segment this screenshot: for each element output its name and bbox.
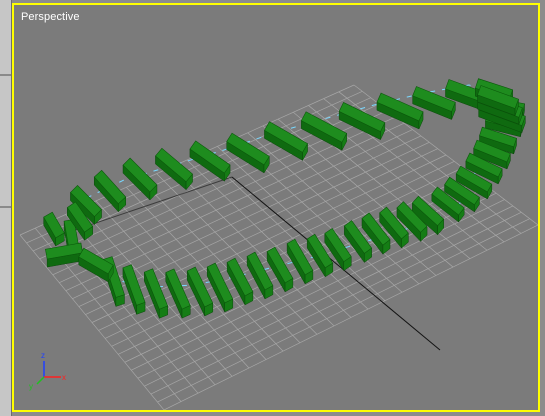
domino-piece[interactable] bbox=[189, 140, 231, 182]
axis-gizmo: z x y bbox=[29, 351, 66, 391]
domino-piece[interactable] bbox=[155, 147, 193, 191]
z-axis-label: z bbox=[41, 351, 45, 360]
domino-piece[interactable] bbox=[122, 264, 146, 315]
y-axis-line bbox=[36, 376, 45, 385]
scene-canvas[interactable]: z x y bbox=[14, 5, 538, 410]
domino-piece[interactable] bbox=[165, 268, 191, 319]
panel-separator bbox=[0, 206, 11, 208]
domino-piece[interactable] bbox=[226, 132, 270, 174]
domino-piece[interactable] bbox=[264, 121, 308, 162]
left-panel-edge bbox=[0, 0, 12, 416]
domino-piece[interactable] bbox=[143, 268, 169, 319]
perspective-viewport[interactable]: Perspective z x y bbox=[12, 3, 540, 412]
panel-separator bbox=[0, 74, 11, 76]
viewport-label[interactable]: Perspective bbox=[21, 11, 80, 23]
y-axis-label: y bbox=[29, 382, 33, 391]
x-axis-label: x bbox=[62, 373, 66, 382]
domino-piece[interactable] bbox=[122, 157, 158, 201]
domino-chain[interactable] bbox=[43, 78, 526, 319]
domino-piece[interactable] bbox=[43, 211, 65, 247]
